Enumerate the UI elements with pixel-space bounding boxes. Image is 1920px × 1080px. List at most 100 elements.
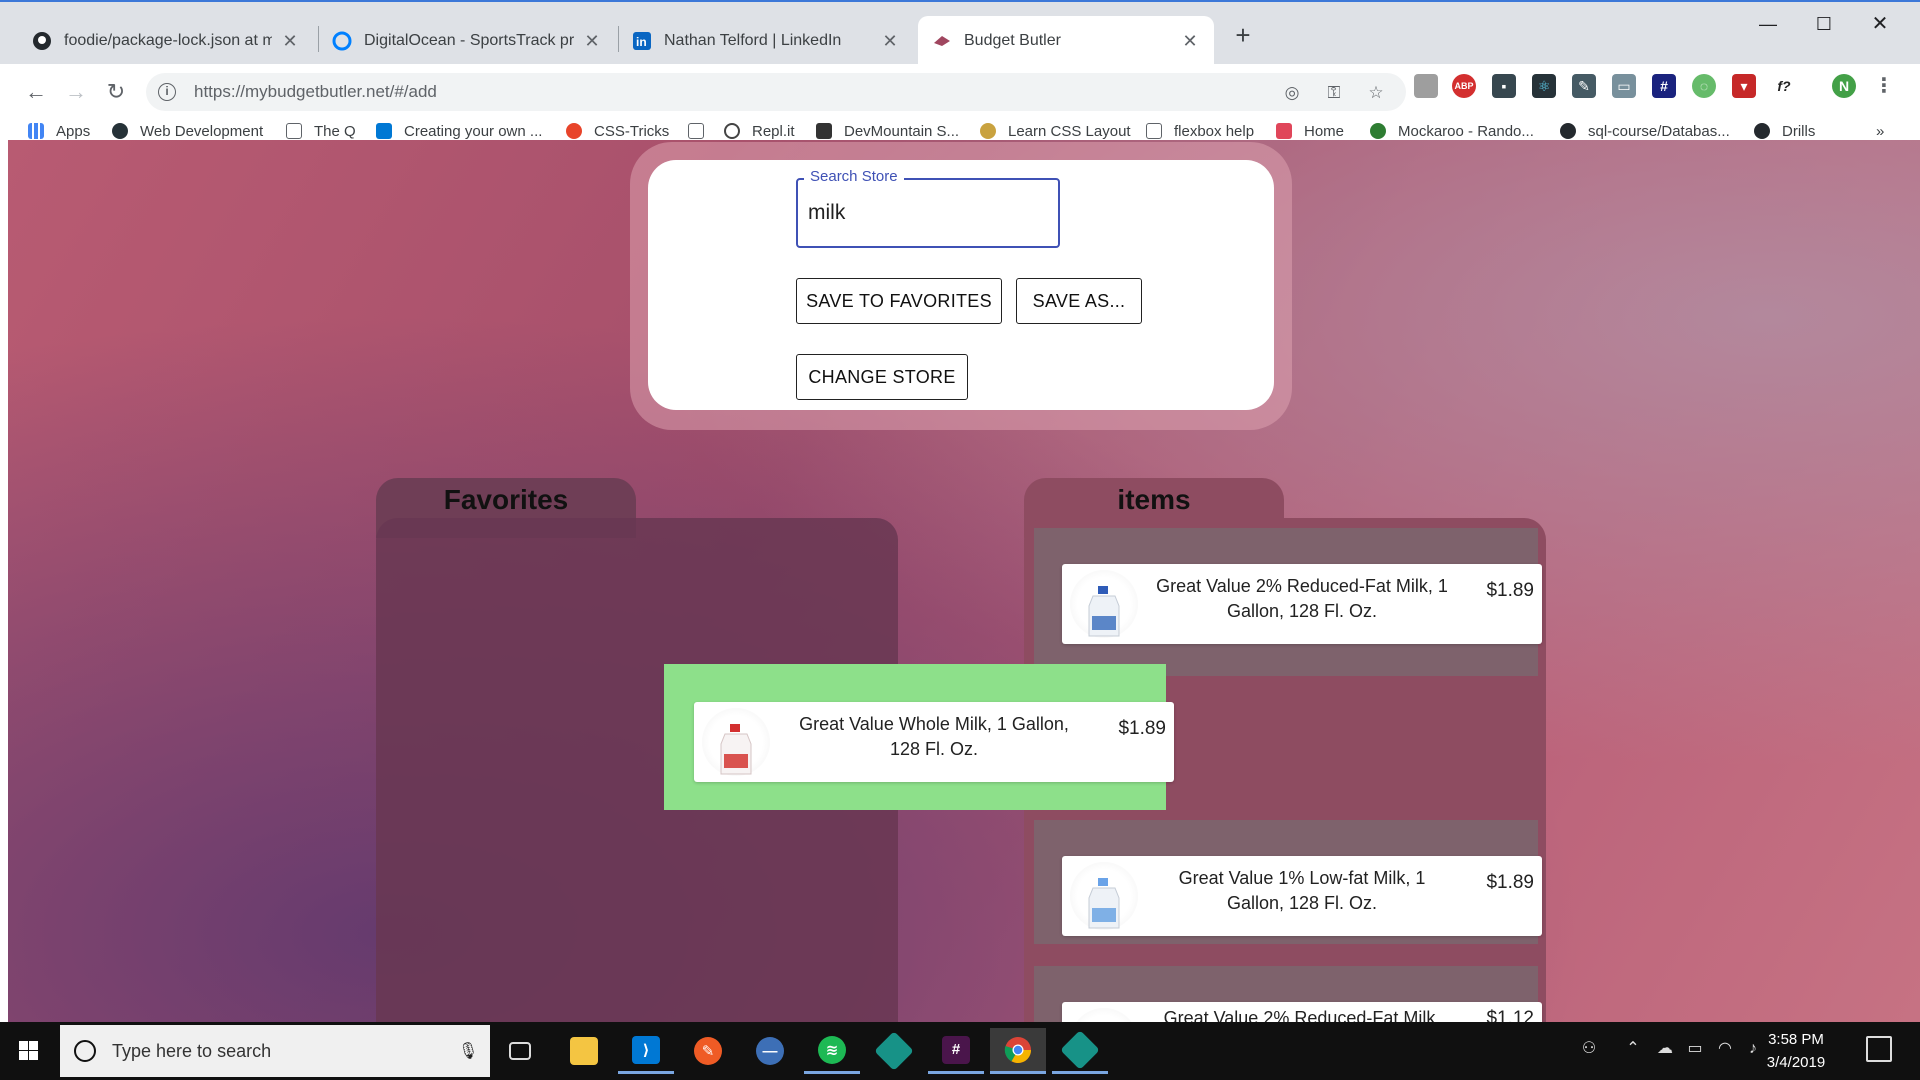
save-to-favorites-button[interactable]: SAVE TO FAVORITES <box>796 278 1002 324</box>
location-icon[interactable]: ◎ <box>1280 81 1304 105</box>
postman-icon[interactable]: ✎ <box>680 1028 736 1074</box>
milk-jug-icon <box>1070 1008 1138 1022</box>
item-price: $1.89 <box>1486 580 1534 601</box>
bookmark-label: DevMountain S... <box>844 122 960 140</box>
profile-avatar[interactable]: N <box>1832 74 1856 98</box>
tab-budget-butler[interactable]: Budget Butler ✕ <box>918 16 1214 66</box>
save-as-button[interactable]: SAVE AS... <box>1016 278 1142 324</box>
bookmark-label: Home <box>1304 122 1345 140</box>
dragging-item-card[interactable]: Great Value Whole Milk, 1 Gallon, 128 Fl… <box>694 702 1174 782</box>
close-icon[interactable]: ✕ <box>582 31 602 52</box>
bookmark-learn-css-layout[interactable]: Learn CSS Layout <box>980 120 1131 142</box>
bookmark-label: Web Development <box>140 122 264 140</box>
grid-icon[interactable]: # <box>1652 74 1676 98</box>
bookmark-drills[interactable]: Drills <box>1754 120 1815 142</box>
bookmark-blank[interactable] <box>688 120 716 142</box>
pocket-icon[interactable]: ▾ <box>1732 74 1756 98</box>
item-card[interactable]: Great Value 2% Reduced-Fat Milk, 1 Gallo… <box>1062 564 1542 644</box>
microphone-icon[interactable]: 🎙 <box>458 1041 478 1061</box>
extension-icon[interactable]: ◌ <box>1692 74 1716 98</box>
close-icon[interactable]: ✕ <box>880 31 900 52</box>
item-price: $1.89 <box>1118 718 1166 739</box>
replit-icon <box>724 123 740 139</box>
taskbar-search-placeholder: Type here to search <box>112 1040 272 1061</box>
bookmark-replit[interactable]: Repl.it <box>724 120 795 142</box>
item-name: Great Value Whole Milk, 1 Gallon, 128 Fl… <box>799 714 1069 759</box>
item-card[interactable]: Great Value 1% Low-fat Milk, 1 Gallon, 1… <box>1062 856 1542 936</box>
extension-icon[interactable] <box>1414 74 1438 98</box>
home-icon <box>1276 123 1292 139</box>
tab-title: Budget Butler <box>964 32 1061 49</box>
chevron-up-icon[interactable]: ⌃ <box>1620 1036 1646 1062</box>
bookmark-flexbox-help[interactable]: flexbox help <box>1146 120 1254 142</box>
address-bar[interactable]: i https://mybudgetbutler.net/#/add ◎ ⚿ ☆ <box>146 73 1406 111</box>
react-devtools-icon[interactable]: ⚛ <box>1532 74 1556 98</box>
clock[interactable]: 3:58 PM 3/4/2019 <box>1754 1028 1838 1074</box>
battery-icon[interactable]: ▭ <box>1682 1036 1708 1062</box>
close-icon[interactable]: ✕ <box>280 31 300 52</box>
bookmark-label: Mockaroo - Rando... <box>1398 122 1534 140</box>
chrome-icon[interactable] <box>990 1028 1046 1074</box>
github-icon <box>32 31 52 51</box>
screenshot-icon[interactable]: ▭ <box>1612 74 1636 98</box>
onedrive-icon[interactable]: ☁ <box>1652 1036 1678 1062</box>
milk-jug-icon <box>702 708 770 776</box>
close-window-icon[interactable]: ✕ <box>1852 6 1908 42</box>
vscode-icon[interactable]: ⟩ <box>618 1028 674 1074</box>
bookmark-creating-your-own[interactable]: Creating your own ... <box>376 120 542 142</box>
search-store-input[interactable] <box>808 198 1048 228</box>
task-view-icon[interactable] <box>492 1028 548 1074</box>
tab-foodie[interactable]: foodie/package-lock.json at mast ✕ <box>18 16 314 66</box>
bookmarks-overflow-icon[interactable]: » <box>1876 120 1884 142</box>
bookmark-web-development[interactable]: Web Development <box>112 120 263 142</box>
bookmark-devmountain[interactable]: DevMountain S... <box>816 120 959 142</box>
linkedin-icon: in <box>632 31 652 51</box>
minimize-icon[interactable]: — <box>1740 6 1796 42</box>
tab-digitalocean[interactable]: DigitalOcean - SportsTrack projec ✕ <box>318 16 616 66</box>
people-icon[interactable]: ⚇ <box>1576 1036 1602 1062</box>
spotify-icon[interactable]: ≋ <box>804 1028 860 1074</box>
bookmark-mockaroo[interactable]: Mockaroo - Rando... <box>1370 120 1534 142</box>
font-finder-icon[interactable]: f? <box>1772 74 1796 98</box>
item-name: Great Value 2% Reduced-Fat Milk, 0.5 <box>1163 1008 1441 1022</box>
bookmark-home[interactable]: Home <box>1276 120 1344 142</box>
slack-icon[interactable]: # <box>928 1028 984 1074</box>
windows-start-icon[interactable] <box>10 1034 50 1070</box>
app-circle-icon[interactable]: — <box>742 1028 798 1074</box>
bookmark-label: flexbox help <box>1174 122 1255 140</box>
wifi-icon[interactable]: ◠ <box>1712 1036 1738 1062</box>
item-card[interactable]: Great Value 2% Reduced-Fat Milk, 0.5 $1.… <box>1062 1002 1542 1022</box>
bookmark-apps[interactable]: Apps <box>28 120 90 142</box>
reload-icon[interactable]: ↻ <box>98 74 134 110</box>
notifications-icon[interactable] <box>1866 1036 1892 1062</box>
browser-toolbar: ← → ↻ i https://mybudgetbutler.net/#/add… <box>0 64 1920 120</box>
menu-icon[interactable]: ⋮ <box>1872 74 1896 98</box>
maximize-icon[interactable]: ☐ <box>1796 6 1852 42</box>
bookmark-star-icon[interactable]: ☆ <box>1364 81 1388 105</box>
bookmark-sql-course[interactable]: sql-course/Databas... <box>1560 120 1730 142</box>
forward-icon[interactable]: → <box>58 74 94 110</box>
back-icon[interactable]: ← <box>18 74 54 110</box>
adblock-icon[interactable]: ABP <box>1452 74 1476 98</box>
close-icon[interactable]: ✕ <box>1180 31 1200 52</box>
new-tab-button[interactable]: + <box>1228 20 1258 50</box>
taskbar-search-box[interactable]: Type here to search 🎙 <box>60 1025 490 1077</box>
change-store-button[interactable]: CHANGE STORE <box>796 354 968 400</box>
globe-icon <box>980 123 996 139</box>
page-icon <box>286 123 302 139</box>
bookmark-css-tricks[interactable]: CSS-Tricks <box>566 120 669 142</box>
vscode-icon <box>376 123 392 139</box>
extension-icon[interactable]: ▪ <box>1492 74 1516 98</box>
eyedropper-icon[interactable]: ✎ <box>1572 74 1596 98</box>
gitkraken-icon[interactable] <box>866 1028 922 1074</box>
mockaroo-icon <box>1370 123 1386 139</box>
gitkraken-icon[interactable] <box>1052 1028 1108 1074</box>
tab-title: foodie/package-lock.json at mast <box>64 32 272 49</box>
info-icon[interactable]: i <box>158 83 176 101</box>
key-icon[interactable]: ⚿ <box>1322 81 1346 105</box>
bookmark-label: CSS-Tricks <box>594 122 670 140</box>
digitalocean-icon <box>332 31 352 51</box>
tab-linkedin[interactable]: in Nathan Telford | LinkedIn ✕ <box>618 16 914 66</box>
file-explorer-icon[interactable] <box>556 1028 612 1074</box>
bookmark-the-q[interactable]: The Q <box>286 120 356 142</box>
